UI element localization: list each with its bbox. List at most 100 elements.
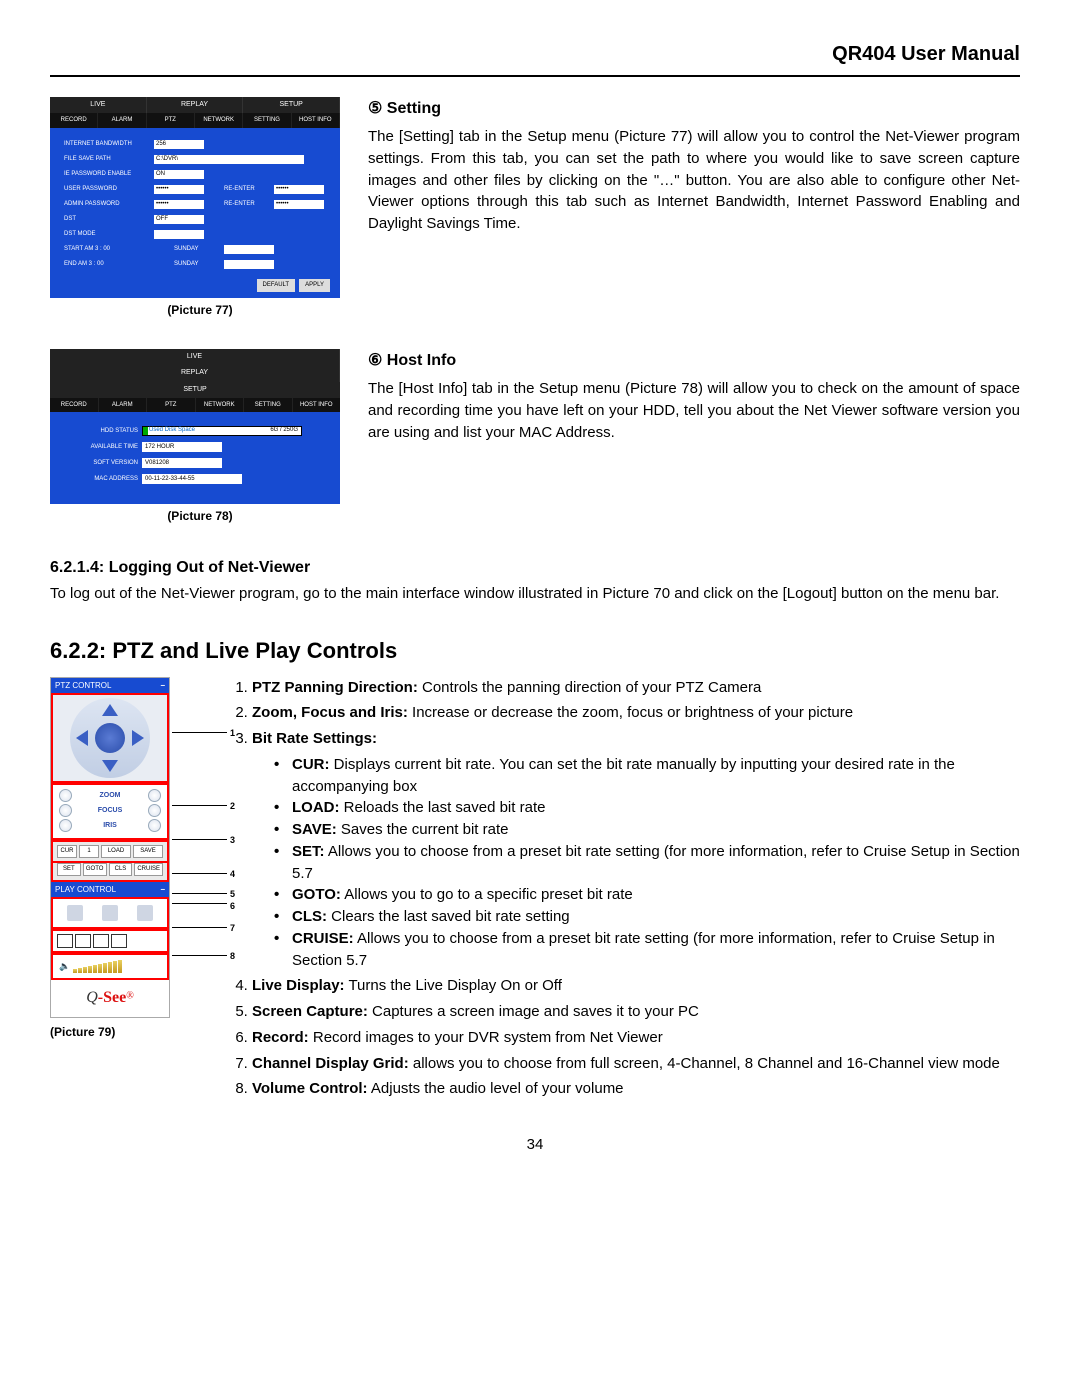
record-icon[interactable] xyxy=(137,905,153,921)
subtab-record[interactable]: RECORD xyxy=(50,113,98,128)
sunday2-label: SUNDAY xyxy=(174,260,224,269)
vol-bar[interactable] xyxy=(118,960,122,973)
start-label: START AM 3 : 00 xyxy=(64,245,154,254)
b-label: CUR: xyxy=(292,756,330,773)
callout-3: 3 xyxy=(230,834,235,847)
dst-label: DST xyxy=(64,215,154,224)
section-hostinfo: LIVE REPLAY SETUP RECORD ALARM PTZ NETWO… xyxy=(50,349,1020,526)
cls-button[interactable]: CLS xyxy=(109,863,133,876)
bitrate-row-2: SET GOTO CLS CRUISE xyxy=(51,863,169,882)
subtab-hostinfo[interactable]: HOST INFO xyxy=(292,113,340,128)
focus-minus-button[interactable] xyxy=(59,804,72,817)
tab-setup[interactable]: SETUP xyxy=(243,97,340,113)
subtab-ptz[interactable]: PTZ xyxy=(147,113,195,128)
tab-replay[interactable]: REPLAY xyxy=(50,365,340,381)
grid-8-icon[interactable] xyxy=(93,934,109,948)
userpw-input[interactable]: •••••• xyxy=(154,185,204,194)
sunday-input[interactable] xyxy=(224,245,274,254)
qsee-logo: Q-See® xyxy=(51,980,169,1017)
b-label: SAVE: xyxy=(292,821,337,838)
live-display-icon[interactable] xyxy=(67,905,83,921)
zoom-minus-button[interactable] xyxy=(59,789,72,802)
iris-minus-button[interactable] xyxy=(59,819,72,832)
tab-live[interactable]: LIVE xyxy=(50,97,147,113)
tab-live[interactable]: LIVE xyxy=(50,349,340,365)
subtab-record[interactable]: RECORD xyxy=(50,398,99,413)
userpw-label: USER PASSWORD xyxy=(64,185,154,194)
hostinfo-num: ⑥ xyxy=(368,352,382,369)
grid-4-icon[interactable] xyxy=(75,934,91,948)
reenter2-input[interactable]: •••••• xyxy=(274,200,324,209)
reenter-input[interactable]: •••••• xyxy=(274,185,324,194)
vol-bar[interactable] xyxy=(78,968,82,973)
fullscreen-icon[interactable] xyxy=(57,934,73,948)
focus-plus-button[interactable] xyxy=(148,804,161,817)
item-label: Volume Control: xyxy=(252,1080,368,1097)
speaker-icon[interactable]: 🔈 xyxy=(59,960,69,973)
cruise-button[interactable]: CRUISE xyxy=(134,863,163,876)
sunday2-input[interactable] xyxy=(224,260,274,269)
subtab-network[interactable]: NETWORK xyxy=(196,398,245,413)
list-item: Volume Control: Adjusts the audio level … xyxy=(252,1078,1020,1100)
subtab-setting[interactable]: SETTING xyxy=(244,398,293,413)
path-input[interactable]: C:\DVR\ xyxy=(154,155,304,164)
iepw-input[interactable]: ON xyxy=(154,170,204,179)
vol-bar[interactable] xyxy=(98,964,102,973)
apply-button[interactable]: APPLY xyxy=(299,279,330,292)
dstmode-input[interactable] xyxy=(154,230,204,239)
subtab-network[interactable]: NETWORK xyxy=(195,113,243,128)
adminpw-input[interactable]: •••••• xyxy=(154,200,204,209)
b-label: CRUISE: xyxy=(292,930,354,947)
tab-setup[interactable]: SETUP xyxy=(50,382,340,398)
list-item: Screen Capture: Captures a screen image … xyxy=(252,1001,1020,1023)
subtab-alarm[interactable]: ALARM xyxy=(99,398,148,413)
list-item: Bit Rate Settings: CUR: Displays current… xyxy=(252,728,1020,971)
arrow-left-icon[interactable] xyxy=(76,730,88,746)
vol-bar[interactable] xyxy=(108,962,112,973)
item-label: Channel Display Grid: xyxy=(252,1055,409,1072)
vol-bar[interactable] xyxy=(83,967,87,973)
b-text: Saves the current bit rate xyxy=(337,821,509,838)
minimize-icon[interactable]: − xyxy=(160,884,165,896)
logo-q: Q xyxy=(86,989,98,1006)
dpad-center[interactable] xyxy=(95,723,125,753)
vol-bar[interactable] xyxy=(113,961,117,973)
ptz-dpad[interactable] xyxy=(51,693,169,783)
iris-plus-button[interactable] xyxy=(148,819,161,832)
subtab-hostinfo[interactable]: HOST INFO xyxy=(293,398,341,413)
soft-value: V081208 xyxy=(142,458,222,468)
arrow-up-icon[interactable] xyxy=(102,704,118,716)
zoom-plus-button[interactable] xyxy=(148,789,161,802)
hdd-bar: Used Disk Space 6G / 250G xyxy=(142,426,302,436)
vol-bar[interactable] xyxy=(88,966,92,973)
picture-77: LIVE REPLAY SETUP RECORD ALARM PTZ NETWO… xyxy=(50,97,340,298)
arrow-down-icon[interactable] xyxy=(102,760,118,772)
hostinfo-title: Host Info xyxy=(387,352,456,369)
page-header: QR404 User Manual xyxy=(50,40,1020,77)
bandwidth-input[interactable]: 256 xyxy=(154,140,204,149)
default-button[interactable]: DEFAULT xyxy=(257,279,296,292)
grid-16-icon[interactable] xyxy=(111,934,127,948)
goto-button[interactable]: GOTO xyxy=(83,863,107,876)
load-button[interactable]: LOAD xyxy=(101,845,131,858)
dstmode-label: DST MODE xyxy=(64,230,154,239)
save-button[interactable]: SAVE xyxy=(133,845,163,858)
cur-input[interactable]: 1 xyxy=(79,845,99,858)
b-text: Reloads the last saved bit rate xyxy=(340,799,546,816)
vol-bar[interactable] xyxy=(103,963,107,973)
subtab-alarm[interactable]: ALARM xyxy=(98,113,146,128)
screen-capture-icon[interactable] xyxy=(102,905,118,921)
vol-bar[interactable] xyxy=(73,969,77,973)
vol-bar[interactable] xyxy=(93,965,97,973)
adminpw-label: ADMIN PASSWORD xyxy=(64,200,154,209)
play-icons-row xyxy=(51,897,169,929)
picture-78: LIVE REPLAY SETUP RECORD ALARM PTZ NETWO… xyxy=(50,349,340,504)
arrow-right-icon[interactable] xyxy=(132,730,144,746)
set-button[interactable]: SET xyxy=(57,863,81,876)
dst-input[interactable]: OFF xyxy=(154,215,204,224)
setting-title: Setting xyxy=(387,100,441,117)
subtab-ptz[interactable]: PTZ xyxy=(147,398,196,413)
tab-replay[interactable]: REPLAY xyxy=(147,97,244,113)
subtab-setting[interactable]: SETTING xyxy=(243,113,291,128)
minimize-icon[interactable]: − xyxy=(160,680,165,692)
